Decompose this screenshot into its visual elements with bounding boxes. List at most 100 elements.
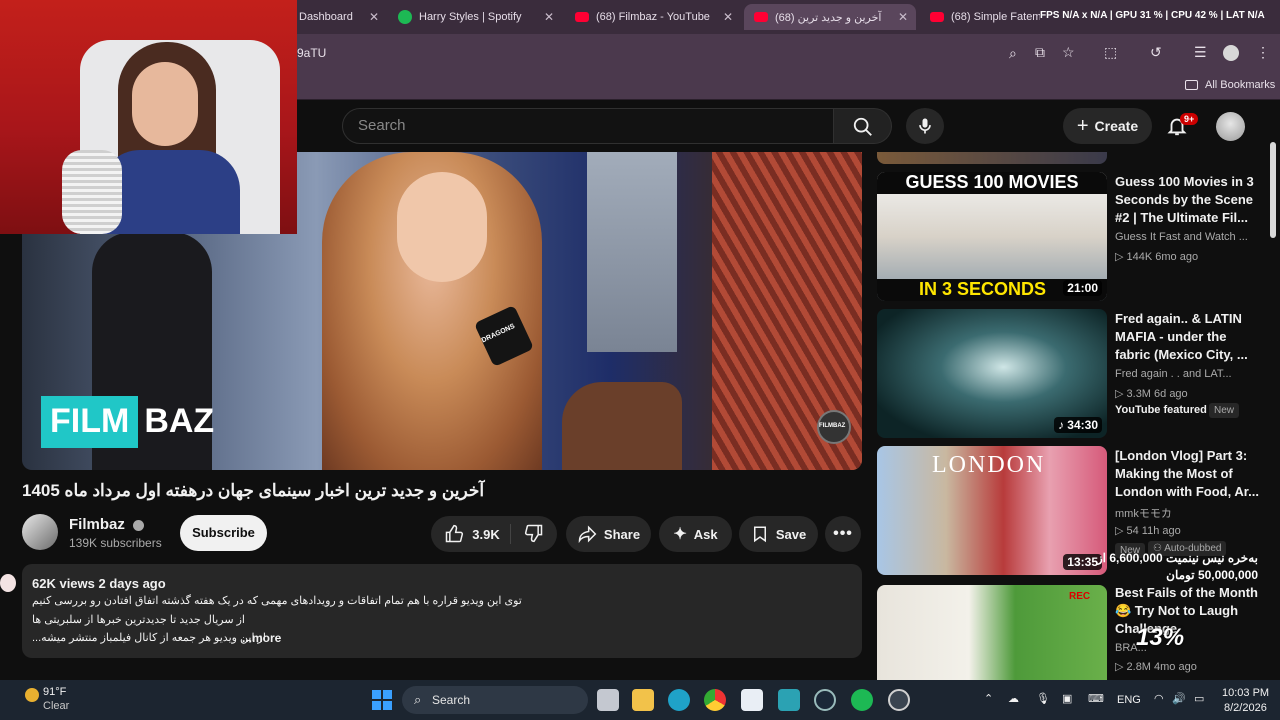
windows-logo-icon [372, 690, 381, 699]
webcam-microphone [62, 150, 122, 234]
logo-part-film: FILM [41, 396, 139, 448]
extensions-icon[interactable]: ⬚ [1104, 44, 1117, 61]
url-text[interactable]: 9aTU [297, 46, 326, 60]
description-line-3: ...از این ویدیو هر جمعه از کانال فیلمباز… [32, 631, 266, 644]
search-icon: ⌕ [414, 692, 422, 707]
keyboard-icon[interactable]: ⌨ [1088, 692, 1104, 705]
recommended-thumbnail[interactable]: REC [877, 585, 1107, 680]
more-menu-icon[interactable]: ⋮ [1256, 44, 1270, 61]
recommended-channel[interactable]: Guess It Fast and Watch ... [1115, 231, 1248, 243]
new-badge: New [1209, 403, 1240, 418]
close-icon[interactable]: ✕ [898, 10, 908, 24]
tab-title: Dashboard [299, 11, 353, 23]
youtube-icon [754, 12, 768, 22]
streamer-webcam-overlay [0, 0, 297, 234]
taskbar-search[interactable]: Search [402, 686, 588, 714]
recommended-thumbnail[interactable]: ♪ 34:30 [877, 309, 1107, 438]
chrome-icon[interactable] [704, 689, 726, 711]
corner-badge-text: FILMBAZ [819, 423, 846, 429]
language-indicator[interactable]: ENG [1117, 694, 1141, 706]
recommended-title[interactable]: Guess 100 Movies in 3 Seconds by the Sce… [1115, 173, 1260, 227]
zoom-icon[interactable]: ⌕ [1009, 45, 1017, 62]
create-button[interactable]: + Create [1063, 108, 1152, 144]
recommended-stats: ▷ 2.8M 4mo ago [1115, 660, 1197, 673]
page-scrollbar[interactable] [1270, 142, 1276, 238]
previous-thumb-fragment [877, 152, 1107, 164]
reading-list-icon[interactable]: ☰ [1194, 44, 1207, 61]
tab-dashboard[interactable]: Dashboard ✕ [297, 4, 387, 30]
show-more-link[interactable]: ...more [242, 631, 281, 645]
edge-icon[interactable] [668, 689, 690, 711]
bookmark-star-icon[interactable]: ☆ [1062, 44, 1075, 61]
video-duration: ♪ 34:30 [1053, 417, 1102, 433]
settings-icon[interactable] [888, 689, 910, 711]
search-button[interactable] [834, 108, 892, 144]
close-icon[interactable]: ✕ [369, 10, 379, 24]
tab-filmbaz-youtube[interactable]: (68) Filmbaz - YouTube ✕ [565, 4, 741, 30]
like-dislike-group: 3.9K [431, 516, 557, 552]
channel-name[interactable]: Filmbaz [69, 516, 145, 533]
video-duration: 21:00 [1063, 280, 1102, 296]
recommended-stats-text: 54 11h ago [1126, 525, 1181, 537]
channel-avatar[interactable] [22, 514, 58, 550]
more-horizontal-icon: ••• [833, 525, 853, 542]
wifi-icon[interactable]: ◠ [1154, 692, 1164, 705]
voice-search-button[interactable] [906, 108, 944, 144]
search-input[interactable]: Search [342, 108, 834, 144]
recommended-channel[interactable]: mmkモモカ [1115, 505, 1172, 521]
rec-text: REC [1069, 591, 1091, 602]
thumb-top-text: GUESS 100 MOVIES [905, 172, 1079, 192]
tab-simple-fateme[interactable]: (68) Simple Fateme [920, 4, 1040, 30]
chevron-up-icon[interactable]: ⌃ [984, 692, 993, 705]
recommended-stats-text: 3.3M 6d ago [1126, 388, 1188, 400]
spotify-icon[interactable] [851, 689, 873, 711]
more-actions-button[interactable]: ••• [825, 516, 861, 552]
start-button[interactable] [372, 690, 392, 710]
close-icon[interactable]: ✕ [723, 10, 733, 24]
cat-sticker-icon [0, 574, 16, 592]
steam-icon[interactable] [814, 689, 836, 711]
video-subject-face [397, 172, 487, 282]
tab-current-video[interactable]: آخرین و جدید ترین (68) ✕ [744, 4, 916, 30]
recommended-stats-text: 144K 6mo ago [1126, 251, 1199, 263]
performance-overlay: FPS N/A x N/A | GPU 31 % | CPU 42 % | LA… [1040, 10, 1265, 21]
mic-flag-text: DRAGONS [480, 322, 517, 345]
like-button[interactable]: 3.9K [444, 524, 511, 544]
subscribe-button[interactable]: Subscribe [180, 515, 267, 551]
install-app-icon[interactable]: ⧉ [1035, 44, 1045, 61]
app-icon[interactable] [778, 689, 800, 711]
clock-date[interactable]: 8/2/2026 [1224, 702, 1267, 714]
task-view-icon[interactable] [597, 689, 619, 711]
donation-goal-overlay: به‌خره نیس نینمیت 6,600,000 از 50,000,00… [1096, 551, 1258, 582]
recommended-title[interactable]: [London Vlog] Part 3: Making the Most of… [1115, 447, 1260, 501]
clock-time[interactable]: 10:03 PM [1222, 687, 1269, 699]
recommended-channel[interactable]: Fred again . . and LAT... [1115, 368, 1232, 380]
recommended-stats: ▷ 144K 6mo ago [1115, 250, 1198, 263]
recommended-title[interactable]: Fred again.. & LATIN MAFIA - under the f… [1115, 310, 1260, 364]
history-icon[interactable]: ↺ [1150, 44, 1162, 61]
filmbaz-watermark-logo: FILM BAZ [41, 396, 220, 448]
all-bookmarks-link[interactable]: All Bookmarks [1205, 79, 1275, 91]
recommended-stats-text: 2.8M 4mo ago [1126, 661, 1197, 673]
close-icon[interactable]: ✕ [544, 10, 554, 24]
display-icon[interactable]: ▣ [1062, 692, 1072, 705]
battery-icon[interactable]: ▭ [1194, 692, 1204, 705]
microphone-icon[interactable]: 🎙 [1036, 692, 1050, 705]
store-icon[interactable] [741, 689, 763, 711]
network-cloud-icon[interactable]: ☁ [1008, 692, 1019, 705]
dislike-button[interactable] [518, 523, 544, 546]
profile-avatar[interactable] [1223, 45, 1239, 61]
tab-spotify[interactable]: Harry Styles | Spotify ✕ [388, 4, 562, 30]
youtube-icon [575, 12, 589, 22]
volume-icon[interactable]: 🔊 [1172, 692, 1186, 705]
file-explorer-icon[interactable] [632, 689, 654, 711]
thumbs-up-icon [446, 524, 464, 543]
plus-icon: + [1076, 114, 1089, 137]
account-avatar[interactable] [1216, 112, 1245, 141]
windows-logo-icon [383, 701, 392, 710]
share-button[interactable]: Share [566, 516, 651, 552]
save-button[interactable]: Save [739, 516, 818, 552]
recommended-thumbnail[interactable]: GUESS 100 MOVIES IN 3 SECONDS 21:00 [877, 172, 1107, 301]
thumbs-down-icon [524, 524, 542, 542]
ask-button[interactable]: ✦ Ask [659, 516, 732, 552]
